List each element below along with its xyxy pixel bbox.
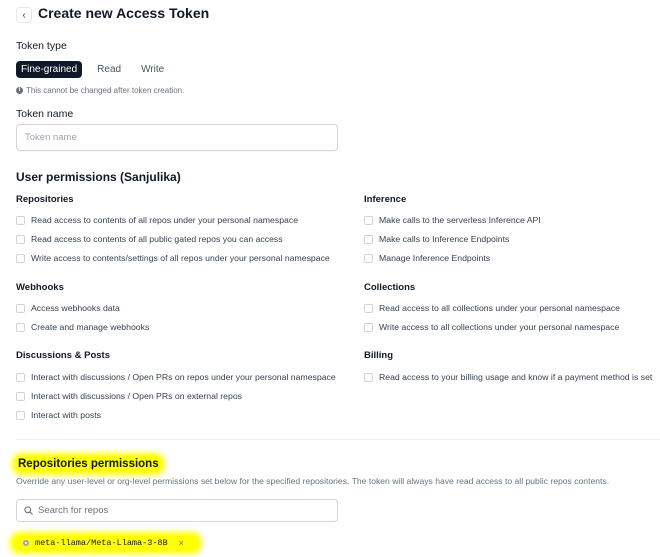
permission-checkbox[interactable] xyxy=(364,215,373,225)
token-type-write[interactable]: Write xyxy=(136,61,169,78)
section-divider xyxy=(16,439,660,440)
permission-item: Write access to all collections under yo… xyxy=(364,322,619,332)
permission-checkbox[interactable] xyxy=(16,253,25,263)
permission-checkbox[interactable] xyxy=(364,322,373,332)
token-type-fine-grained[interactable]: Fine-grained xyxy=(16,61,83,78)
back-button[interactable]: ‹ xyxy=(16,7,32,23)
repo-icon xyxy=(23,540,29,546)
permission-checkbox[interactable] xyxy=(16,372,25,382)
chevron-left-icon: ‹ xyxy=(22,9,26,21)
permission-label: Read access to all collections under you… xyxy=(379,303,620,313)
permission-checkbox[interactable] xyxy=(16,391,25,401)
permission-label: Make calls to the serverless Inference A… xyxy=(379,215,541,225)
webhooks-group-title: Webhooks xyxy=(16,282,64,293)
permission-item: Interact with discussions / Open PRs on … xyxy=(16,372,336,382)
access-token-page: ‹ Create new Access Token Token type Fin… xyxy=(0,0,660,557)
user-permissions-heading: User permissions (Sanjulika) xyxy=(16,170,181,184)
token-type-read[interactable]: Read xyxy=(92,61,126,78)
permission-item: Access webhooks data xyxy=(16,303,120,313)
permission-label: Write access to all collections under yo… xyxy=(379,322,620,332)
page-title: Create new Access Token xyxy=(38,5,210,21)
token-type-label: Token type xyxy=(16,40,67,52)
permission-checkbox[interactable] xyxy=(364,234,373,244)
permission-item: Interact with posts xyxy=(16,410,101,420)
permission-checkbox[interactable] xyxy=(364,253,373,263)
permission-checkbox[interactable] xyxy=(364,303,373,313)
billing-group-title: Billing xyxy=(364,350,394,361)
selected-repo-chip: meta-llama/Meta-Llama-3-8B × xyxy=(14,536,198,550)
permission-item: Make calls to Inference Endpoints xyxy=(364,234,509,244)
info-icon: i xyxy=(16,87,23,94)
repo-search-input[interactable] xyxy=(38,505,318,516)
token-type-note-text: This cannot be changed after token creat… xyxy=(26,86,185,95)
permission-label: Interact with discussions / Open PRs on … xyxy=(31,372,336,382)
permission-item: Read access to contents of all repos und… xyxy=(16,215,298,225)
token-name-input[interactable] xyxy=(16,124,338,151)
repositories-permissions-title: Repositories permissions xyxy=(16,457,161,471)
permission-item: Read access to all collections under you… xyxy=(364,303,620,313)
inference-group-title: Inference xyxy=(364,194,407,205)
permission-checkbox[interactable] xyxy=(16,322,25,332)
permission-checkbox[interactable] xyxy=(16,303,25,313)
permission-label: Read access to contents of all public ga… xyxy=(31,234,283,244)
permission-checkbox[interactable] xyxy=(16,234,25,244)
remove-icon[interactable]: × xyxy=(179,538,184,548)
discussions-group-title: Discussions & Posts xyxy=(16,350,110,361)
token-name-label: Token name xyxy=(16,108,74,120)
permission-item: Interact with discussions / Open PRs on … xyxy=(16,391,242,401)
permission-label: Read access to contents of all repos und… xyxy=(31,215,299,225)
collections-group-title: Collections xyxy=(364,282,416,293)
permission-item: Write access to contents/settings of all… xyxy=(16,253,330,263)
permission-label: Write access to contents/settings of all… xyxy=(31,253,330,263)
permission-label: Read access to your billing usage and kn… xyxy=(379,372,653,382)
permission-checkbox[interactable] xyxy=(16,410,25,420)
repositories-permissions-description: Override any user-level or org-level per… xyxy=(16,476,610,486)
repositories-group-title: Repositories xyxy=(16,194,74,205)
permission-label: Interact with discussions / Open PRs on … xyxy=(31,391,243,401)
permission-label: Access webhooks data xyxy=(31,303,120,313)
permission-item: Make calls to the serverless Inference A… xyxy=(364,215,541,225)
selected-repo-name: meta-llama/Meta-Llama-3-8B xyxy=(35,538,168,548)
permission-item: Manage Inference Endpoints xyxy=(364,253,490,263)
permission-label: Manage Inference Endpoints xyxy=(379,253,491,263)
permission-label: Interact with posts xyxy=(31,410,102,420)
token-type-note: i This cannot be changed after token cre… xyxy=(16,86,184,95)
repo-search-field[interactable] xyxy=(16,499,338,522)
permission-item: Create and manage webhooks xyxy=(16,322,149,332)
permission-label: Make calls to Inference Endpoints xyxy=(379,234,510,244)
token-type-selector: Fine-grained Read Write xyxy=(16,61,169,78)
permission-item: Read access to your billing usage and kn… xyxy=(364,372,652,382)
permission-checkbox[interactable] xyxy=(16,215,25,225)
permission-item: Read access to contents of all public ga… xyxy=(16,234,283,244)
permission-label: Create and manage webhooks xyxy=(31,322,150,332)
search-icon xyxy=(24,506,33,515)
permission-checkbox[interactable] xyxy=(364,372,373,382)
